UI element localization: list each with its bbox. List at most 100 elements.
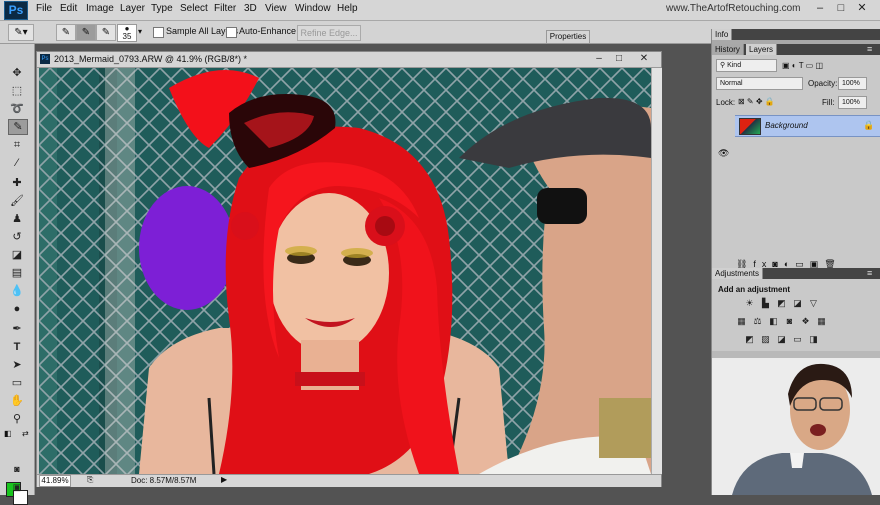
tab-history[interactable]: History [712,44,744,55]
history-brush-icon[interactable]: ↺ [8,230,26,244]
hand-icon[interactable]: ✋ [8,394,26,408]
channel-mixer-icon[interactable]: ❖ [800,317,811,326]
brush-picker[interactable]: ● 35 [117,24,137,42]
adjustments-panel-header: Adjustments ≡ [712,268,880,279]
selective-color-icon[interactable]: ◨ [808,335,819,344]
menu-view[interactable]: View [265,3,287,14]
add-adjustment-label: Add an adjustment [718,285,791,294]
dodge-icon[interactable]: ● [8,302,26,316]
filter-icons[interactable]: ▣ ◐ T ▭ ◫ [782,61,823,70]
pen-icon[interactable]: ✒ [8,322,26,336]
gradient-icon[interactable]: ▤ [8,266,26,280]
invert-icon[interactable]: ◩ [744,335,755,344]
screen-mode-icon[interactable]: ▣ [8,480,26,494]
posterize-icon[interactable]: ▨ [760,335,771,344]
photoshop-doc-icon: Ps [40,54,50,64]
quick-mask-icon[interactable]: ◙ [8,462,26,476]
document-title-bar[interactable]: Ps 2013_Mermaid_0793.ARW @ 41.9% (RGB/8*… [37,52,661,68]
refine-edge-button[interactable]: Refine Edge... [297,25,361,41]
layer-filter-kind[interactable]: ⚲ Kind [716,59,777,72]
eraser-icon[interactable]: ◪ [8,248,26,262]
menu-layer[interactable]: Layer [120,3,145,14]
tab-info[interactable]: Info [712,29,733,40]
menu-type[interactable]: Type [151,3,173,14]
document-title: 2013_Mermaid_0793.ARW @ 41.9% (RGB/8*) * [54,54,248,64]
eyedropper-icon[interactable]: ⁄ [8,156,26,170]
add-to-selection-button[interactable]: ✎ [76,24,96,41]
crop-icon[interactable]: ⌗ [8,138,26,152]
path-selection-icon[interactable]: ➤ [8,358,26,372]
export-icon[interactable]: ⎘ [87,475,93,485]
type-icon[interactable]: T [8,340,26,354]
menu-edit[interactable]: Edit [60,3,77,14]
menu-file[interactable]: File [36,3,52,14]
auto-enhance-checkbox[interactable] [226,27,237,38]
color-balance-icon[interactable]: ⚖ [752,317,763,326]
blur-icon[interactable]: 💧 [8,284,26,298]
brush-icon[interactable]: 🖌 [8,194,26,208]
menu-window[interactable]: Window [295,3,331,14]
brightness-contrast-icon[interactable]: ☀ [744,299,755,308]
layer-thumbnail [739,118,761,135]
zoom-icon[interactable]: ⚲ [8,412,26,426]
layer-lock-icon: 🔒 [863,120,875,130]
default-colors-icon[interactable]: ◧ [4,429,12,438]
tab-adjustments[interactable]: Adjustments [712,268,764,279]
shape-icon[interactable]: ▭ [8,376,26,390]
doc-maximize-button[interactable]: □ [610,52,628,66]
exposure-icon[interactable]: ◪ [792,299,803,308]
fill-field[interactable]: 100% [838,96,867,109]
menu-select[interactable]: Select [180,3,208,14]
tab-layers[interactable]: Layers [746,44,778,55]
doc-close-button[interactable]: ✕ [635,52,653,66]
app-minimize-button[interactable]: – [810,1,830,16]
vibrance-icon[interactable]: ▽ [808,299,819,308]
app-maximize-button[interactable]: □ [831,1,851,16]
curves-icon[interactable]: ◩ [776,299,787,308]
layer-name: Background [765,121,808,130]
adjustments-menu-icon[interactable]: ≡ [867,268,872,278]
hue-saturation-icon[interactable]: ▦ [736,317,747,326]
photoshop-logo: Ps [4,1,28,20]
doc-minimize-button[interactable]: – [590,52,608,66]
document-size-info: Doc: 8.57M/8.57M [131,476,197,485]
image-canvas[interactable] [39,68,651,474]
zoom-level-field[interactable]: 41.89% [39,475,71,487]
quick-selection-icon[interactable]: ✎ [8,119,28,135]
healing-brush-icon[interactable]: ✚ [8,176,26,190]
chevron-down-icon[interactable]: ▾ [138,27,142,36]
swap-colors-icon[interactable]: ⇄ [22,429,29,438]
black-white-icon[interactable]: ◧ [768,317,779,326]
opacity-field[interactable]: 100% [838,77,867,90]
gradient-map-icon[interactable]: ▭ [792,335,803,344]
new-selection-button[interactable]: ✎ [56,24,76,41]
lasso-icon[interactable]: ➰ [8,102,26,116]
document-window: Ps 2013_Mermaid_0793.ARW @ 41.9% (RGB/8*… [36,51,662,487]
menu-filter[interactable]: Filter [214,3,236,14]
tool-preset-picker[interactable]: ✎▾ [8,24,34,41]
properties-panel-tab[interactable]: Properties [546,30,590,44]
watermark-text: www.TheArtofRetouching.com [666,3,801,14]
menu-3d[interactable]: 3D [244,3,257,14]
panel-menu-icon[interactable]: ≡ [867,44,872,54]
visibility-eye-icon[interactable]: 👁 [718,148,729,159]
clone-stamp-icon[interactable]: ♟ [8,212,26,226]
move-icon[interactable]: ✥ [8,66,26,80]
marquee-icon[interactable]: ⬚ [8,84,26,98]
threshold-icon[interactable]: ◪ [776,335,787,344]
vertical-scrollbar[interactable] [651,68,662,474]
subtract-from-selection-button[interactable]: ✎ [96,24,116,41]
opacity-label: Opacity: [808,79,838,88]
status-menu-arrow-icon[interactable]: ▶ [221,475,227,484]
layer-row-background[interactable]: Background 🔒 [735,115,880,137]
blend-mode-select[interactable]: Normal [716,77,803,90]
quick-selection-icon: ✎▾ [14,27,28,38]
menu-help[interactable]: Help [337,3,358,14]
menu-image[interactable]: Image [86,3,114,14]
color-lookup-icon[interactable]: ▦ [816,317,827,326]
app-close-button[interactable]: ✕ [852,1,872,16]
photo-filter-icon[interactable]: ◙ [784,317,795,326]
levels-icon[interactable]: ▙ [760,299,771,308]
sample-all-layers-checkbox[interactable] [153,27,164,38]
lock-icons[interactable]: ⊠ ✎ ✥ 🔒 [738,97,775,106]
